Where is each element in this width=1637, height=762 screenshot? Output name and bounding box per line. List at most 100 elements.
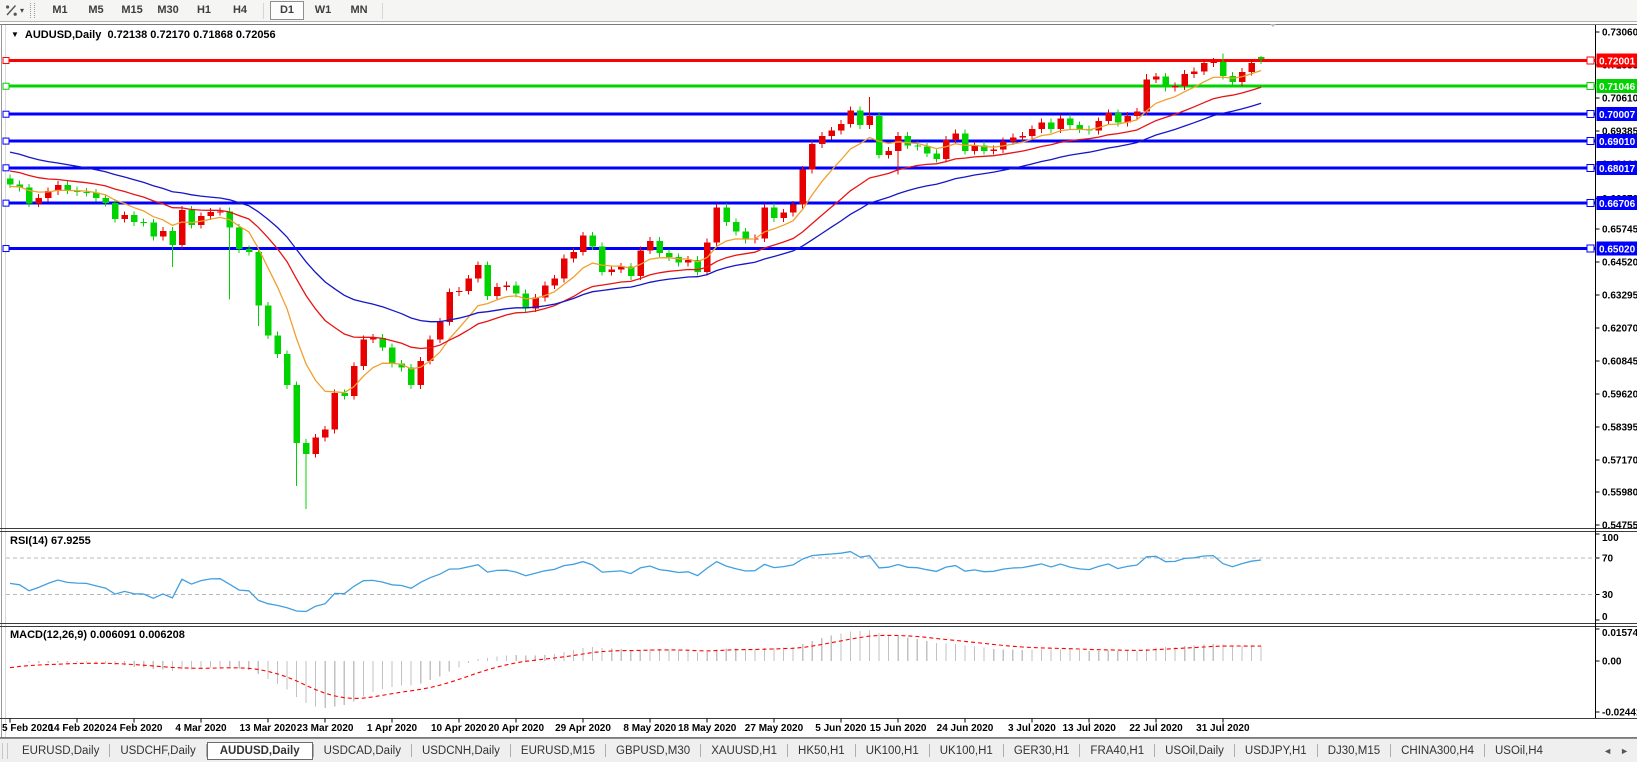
candle[interactable] — [1182, 74, 1189, 86]
tab-usdjpy-h1[interactable]: USDJPY,H1 — [1235, 742, 1317, 760]
level-handle[interactable] — [3, 200, 9, 206]
tab-audusd-daily[interactable]: AUDUSD,Daily — [207, 742, 313, 760]
timeframe-button-m5[interactable]: M5 — [79, 1, 113, 20]
candle[interactable] — [1134, 112, 1141, 116]
candle[interactable] — [179, 210, 186, 245]
tab-dj30-m15[interactable]: DJ30,M15 — [1318, 742, 1390, 760]
candle[interactable] — [408, 368, 415, 386]
candle[interactable] — [513, 285, 520, 293]
candle[interactable] — [418, 361, 425, 385]
candle[interactable] — [771, 207, 778, 218]
candle[interactable] — [427, 339, 434, 361]
candle[interactable] — [64, 185, 71, 190]
candle[interactable] — [1038, 122, 1045, 129]
candle[interactable] — [847, 110, 854, 123]
candle[interactable] — [208, 212, 215, 216]
candle[interactable] — [1258, 57, 1265, 59]
candle[interactable] — [1249, 63, 1256, 72]
candle[interactable] — [313, 438, 320, 454]
candle[interactable] — [112, 203, 119, 219]
tab-usdcnh-daily[interactable]: USDCNH,Daily — [412, 742, 510, 760]
crosshair-cursor-icon[interactable] — [2, 2, 20, 20]
candle[interactable] — [255, 252, 261, 306]
candle[interactable] — [857, 110, 864, 125]
candle[interactable] — [790, 205, 797, 213]
candle[interactable] — [131, 215, 138, 222]
candle[interactable] — [800, 170, 807, 205]
candle[interactable] — [647, 241, 654, 250]
candle[interactable] — [819, 136, 826, 144]
tab-xauusd-h1[interactable]: XAUUSD,H1 — [701, 742, 787, 760]
candle[interactable] — [1163, 77, 1170, 88]
candle[interactable] — [1220, 62, 1227, 76]
candle[interactable] — [590, 236, 597, 247]
candle[interactable] — [561, 259, 568, 279]
candle[interactable] — [437, 322, 444, 340]
timeframe-button-mn[interactable]: MN — [342, 1, 376, 20]
level-handle[interactable] — [3, 165, 9, 171]
candle[interactable] — [1153, 77, 1160, 80]
candle[interactable] — [284, 354, 291, 385]
candle[interactable] — [485, 265, 492, 296]
candle[interactable] — [446, 292, 453, 322]
candle[interactable] — [933, 153, 940, 158]
chevron-down-icon[interactable]: ▾ — [20, 6, 24, 15]
candle[interactable] — [341, 393, 348, 396]
tab-eurusd-daily[interactable]: EURUSD,Daily — [12, 742, 109, 760]
candle[interactable] — [389, 347, 396, 363]
candle[interactable] — [103, 198, 110, 203]
candle[interactable] — [351, 366, 358, 396]
candle[interactable] — [895, 136, 902, 151]
candle[interactable] — [217, 211, 224, 212]
candle[interactable] — [1029, 129, 1036, 136]
timeframe-button-m30[interactable]: M30 — [151, 1, 185, 20]
candle[interactable] — [656, 241, 663, 253]
candle[interactable] — [838, 124, 845, 131]
candle[interactable] — [1010, 137, 1017, 141]
candle[interactable] — [809, 144, 816, 170]
candle[interactable] — [1058, 118, 1065, 129]
candle[interactable] — [1115, 113, 1122, 122]
level-handle[interactable] — [3, 111, 9, 117]
candle[interactable] — [867, 116, 874, 125]
candle[interactable] — [1229, 76, 1236, 82]
level-handle[interactable] — [3, 58, 9, 64]
candle[interactable] — [580, 236, 587, 252]
tab-scroll-left-icon[interactable]: ◄ — [1603, 746, 1612, 756]
candle[interactable] — [886, 151, 893, 155]
chart-area[interactable]: 0.730600.718350.706100.693850.681600.668… — [0, 24, 1637, 738]
candle[interactable] — [1172, 86, 1179, 87]
candle[interactable] — [914, 145, 921, 146]
candle[interactable] — [876, 116, 883, 155]
candle[interactable] — [551, 279, 558, 286]
candle[interactable] — [1105, 113, 1112, 121]
tab-usoil-h4[interactable]: USOil,H4 — [1485, 742, 1553, 760]
tab-fra40-h1[interactable]: FRA40,H1 — [1080, 742, 1154, 760]
tab-china300-h4[interactable]: CHINA300,H4 — [1391, 742, 1484, 760]
tab-uk100-h1[interactable]: UK100,H1 — [856, 742, 929, 760]
candle[interactable] — [141, 222, 148, 223]
tab-eurusd-m15[interactable]: EURUSD,M15 — [511, 742, 605, 760]
candle[interactable] — [504, 285, 511, 286]
candle[interactable] — [1201, 63, 1208, 71]
tab-gbpusd-m30[interactable]: GBPUSD,M30 — [606, 742, 700, 760]
tab-ger30-h1[interactable]: GER30,H1 — [1004, 742, 1080, 760]
timeframe-button-h1[interactable]: H1 — [187, 1, 221, 20]
candle[interactable] — [1191, 71, 1198, 74]
candle[interactable] — [1077, 125, 1084, 129]
candle[interactable] — [943, 140, 950, 159]
candle[interactable] — [733, 222, 740, 231]
tab-uk100-h1[interactable]: UK100,H1 — [930, 742, 1003, 760]
candle[interactable] — [609, 269, 616, 272]
candle[interactable] — [723, 207, 730, 222]
timeframe-button-m15[interactable]: M15 — [115, 1, 149, 20]
tab-hk50-h1[interactable]: HK50,H1 — [788, 742, 855, 760]
level-handle[interactable] — [3, 83, 9, 89]
candle[interactable] — [962, 133, 969, 151]
tab-usdchf-daily[interactable]: USDCHF,Daily — [110, 742, 205, 760]
timeframe-button-d1[interactable]: D1 — [270, 1, 304, 20]
candle[interactable] — [991, 149, 998, 150]
candle[interactable] — [122, 215, 129, 219]
candle[interactable] — [599, 246, 606, 272]
candle[interactable] — [924, 147, 931, 154]
